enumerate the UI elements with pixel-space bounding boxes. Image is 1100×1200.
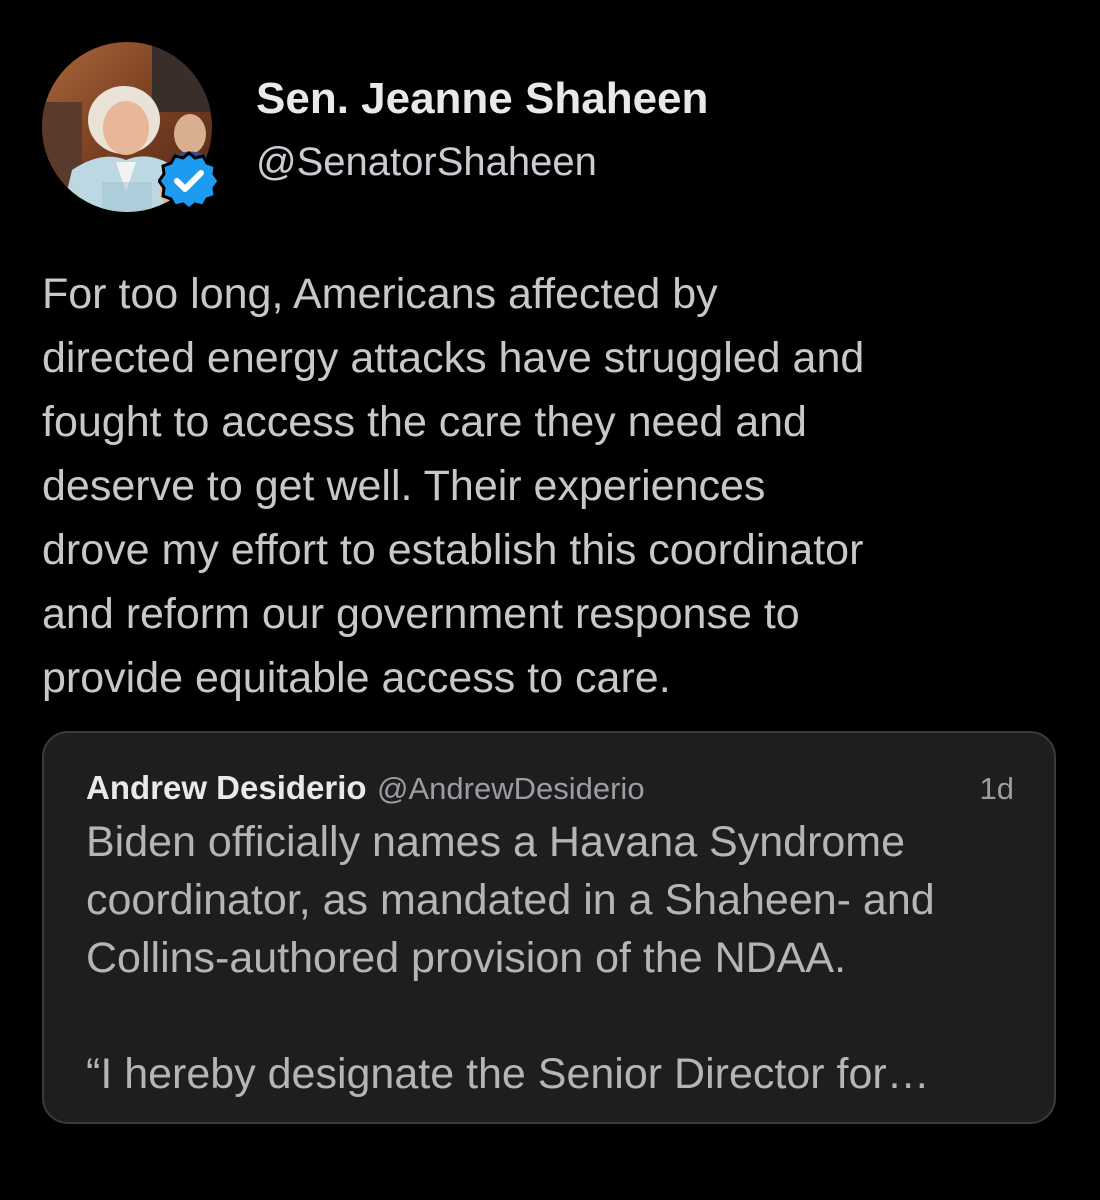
quoted-tweet-timestamp[interactable]: 1d xyxy=(980,771,1014,807)
author-name[interactable]: Sen. Jeanne Shaheen xyxy=(256,74,708,124)
author-handle[interactable]: @SenatorShaheen xyxy=(256,140,597,185)
quoted-tweet-text: Biden officially names a Havana Syndrome… xyxy=(86,818,935,1098)
quoted-author-handle[interactable]: @AndrewDesiderio xyxy=(377,771,645,806)
quoted-author-name[interactable]: Andrew Desiderio xyxy=(86,769,367,806)
tweet-text: For too long, Americans affected by dire… xyxy=(42,270,865,702)
verified-badge-icon xyxy=(157,150,221,212)
quoted-tweet-card[interactable]: Andrew Desiderio @AndrewDesiderio 1d Bid… xyxy=(42,731,1056,1124)
quoted-tweet-header: Andrew Desiderio @AndrewDesiderio 1d xyxy=(86,769,1014,813)
tweet: Sen. Jeanne Shaheen @SenatorShaheen For … xyxy=(0,0,1100,1200)
